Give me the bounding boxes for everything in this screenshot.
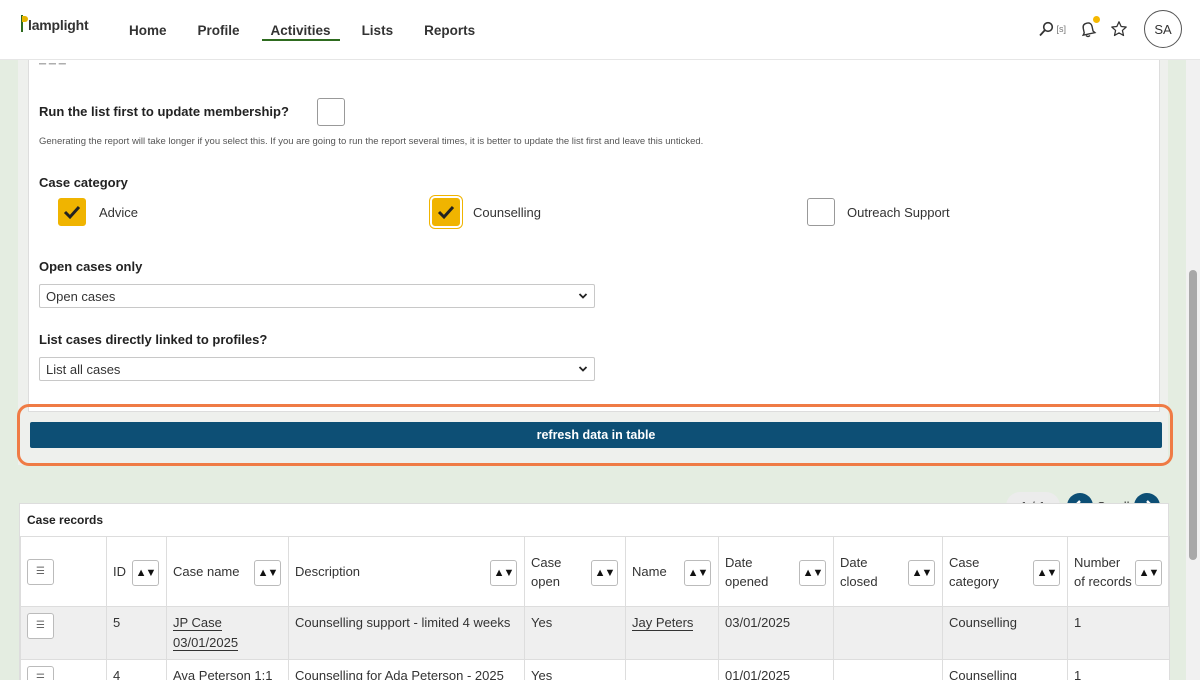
sort-button[interactable]: ▲▼	[591, 560, 618, 586]
sort-button[interactable]: ▲▼	[1135, 560, 1162, 586]
row-menu-cell: ☰	[20, 606, 107, 660]
row-menu-button[interactable]: ☰	[27, 613, 54, 639]
header-id: ID ▲▼	[106, 536, 167, 607]
notifications-button[interactable]	[1078, 16, 1100, 39]
table-header-row: ☰ ID ▲▼ Case name ▲▼ Description ▲▼ Case op…	[20, 536, 1170, 607]
counselling-checkbox[interactable]	[432, 198, 460, 226]
run-list-help: Generating the report will take longer i…	[39, 136, 704, 147]
linked-cases-value: List all cases	[46, 362, 121, 377]
cell-name: Jay Peters	[625, 606, 719, 660]
sort-button[interactable]: ▲▼	[490, 560, 517, 586]
cell-case-open: Yes	[524, 606, 626, 660]
profile-name-link[interactable]: Jay Peters	[632, 615, 694, 631]
sort-button[interactable]: ▲▼	[1033, 560, 1060, 586]
linked-cases-select[interactable]: List all cases	[39, 357, 595, 381]
run-list-checkbox[interactable]	[317, 98, 345, 126]
nav-home[interactable]: Home	[120, 0, 176, 60]
header-case-category: Case category ▲▼	[942, 536, 1068, 607]
sort-button[interactable]: ▲▼	[908, 560, 935, 586]
menu-icon: ☰	[36, 620, 45, 631]
advice-checkbox[interactable]	[58, 198, 86, 226]
cell-number-of-records: 1	[1067, 659, 1170, 680]
open-cases-select[interactable]: Open cases	[39, 284, 595, 308]
menu-icon: ☰	[36, 566, 45, 577]
case-category-label: Case category	[39, 175, 128, 190]
row-menu-button[interactable]: ☰	[27, 666, 54, 680]
case-records-card: Case records ☰ ID ▲▼ Case name ▲▼ Descript…	[19, 503, 1170, 680]
lamp-icon	[18, 15, 28, 33]
header-menu-cell: ☰	[20, 536, 107, 607]
open-cases-label: Open cases only	[39, 259, 143, 274]
main-nav: Home Profile Activities Lists Reports	[120, 0, 497, 60]
linked-cases-label: List cases directly linked to profiles?	[39, 332, 268, 347]
cell-date-opened: 03/01/2025	[718, 606, 834, 660]
row-menu-cell: ☰	[20, 659, 107, 680]
sort-button[interactable]: ▲▼	[132, 560, 159, 586]
sort-button[interactable]: ▲▼	[684, 560, 711, 586]
header-number-of-records: Number of records ▲▼	[1067, 536, 1170, 607]
checkmark-icon	[63, 205, 81, 220]
header-date-opened: Date opened ▲▼	[718, 536, 834, 607]
cell-name	[625, 659, 719, 680]
user-avatar[interactable]: SA	[1144, 10, 1182, 48]
header-label: Description	[295, 564, 361, 579]
cell-number-of-records: 1	[1067, 606, 1170, 660]
header-description: Description ▲▼	[288, 536, 525, 607]
cell-case-category: Counselling	[942, 659, 1068, 680]
header-name: Name ▲▼	[625, 536, 719, 607]
outreach-support-label: Outreach Support	[847, 205, 950, 220]
header-date-closed: Date closed ▲▼	[833, 536, 943, 607]
cell-date-closed	[833, 606, 943, 660]
counselling-label: Counselling	[473, 205, 541, 220]
top-navigation: lamplight Home Profile Activities Lists …	[0, 0, 1200, 60]
chevron-down-icon	[578, 293, 588, 299]
cell-case-category: Counselling	[942, 606, 1068, 660]
nav-lists[interactable]: Lists	[353, 0, 403, 60]
cell-description: Counselling for Ada Peterson - 2025	[288, 659, 525, 680]
header-tools: [s] SA	[1038, 10, 1182, 48]
refresh-highlight: refresh data in table	[17, 404, 1173, 466]
search-button[interactable]: [s]	[1038, 21, 1066, 37]
logo-text: lamplight	[28, 17, 89, 33]
cell-date-opened: 01/01/2025	[718, 659, 834, 680]
sort-button[interactable]: ▲▼	[799, 560, 826, 586]
table-row[interactable]: ☰ 4 Ava Peterson 1:1 Counselling for Ada…	[20, 659, 1170, 680]
outreach-support-checkbox[interactable]	[807, 198, 835, 226]
nav-reports[interactable]: Reports	[415, 0, 484, 60]
lamplight-logo[interactable]: lamplight	[18, 15, 89, 33]
header-case-name: Case name ▲▼	[166, 536, 289, 607]
menu-icon: ☰	[36, 673, 45, 680]
cell-id: 5	[106, 606, 167, 660]
case-records-table: ☰ ID ▲▼ Case name ▲▼ Description ▲▼ Case op…	[20, 536, 1170, 680]
page-scrollbar[interactable]	[1186, 60, 1200, 680]
report-settings-form: ─ ─ ─ Run the list first to update membe…	[28, 60, 1160, 412]
run-list-label: Run the list first to update membership?	[39, 104, 289, 119]
refresh-data-button[interactable]: refresh data in table	[30, 422, 1162, 448]
nav-activities[interactable]: Activities	[261, 0, 340, 60]
advice-label: Advice	[99, 205, 139, 220]
search-shortcut: [s]	[1056, 24, 1066, 34]
cell-case-name: Ava Peterson 1:1	[166, 659, 289, 680]
header-case-open: Case open ▲▼	[524, 536, 626, 607]
notification-dot	[1093, 16, 1100, 23]
search-icon	[1039, 21, 1054, 37]
case-name-link[interactable]: JP Case 03/01/2025	[173, 615, 239, 651]
cell-case-name: JP Case 03/01/2025	[166, 606, 289, 660]
favourites-button[interactable]	[1110, 20, 1128, 38]
sort-button[interactable]: ▲▼	[254, 560, 281, 586]
cell-date-closed	[833, 659, 943, 680]
column-menu-button[interactable]: ☰	[27, 558, 54, 585]
cell-id: 4	[106, 659, 167, 680]
cell-case-open: Yes	[524, 659, 626, 680]
checkmark-icon	[437, 205, 455, 220]
table-row[interactable]: ☰ 5 JP Case 03/01/2025 Counselling suppo…	[20, 606, 1170, 660]
chevron-down-icon	[578, 366, 588, 372]
scrollbar-thumb[interactable]	[1189, 270, 1197, 560]
clipped-text-line: ─ ─ ─	[39, 60, 66, 66]
star-icon	[1111, 21, 1127, 37]
cell-description: Counselling support - limited 4 weeks	[288, 606, 525, 660]
nav-profile[interactable]: Profile	[189, 0, 249, 60]
open-cases-value: Open cases	[46, 289, 116, 304]
case-records-title: Case records	[27, 513, 104, 527]
